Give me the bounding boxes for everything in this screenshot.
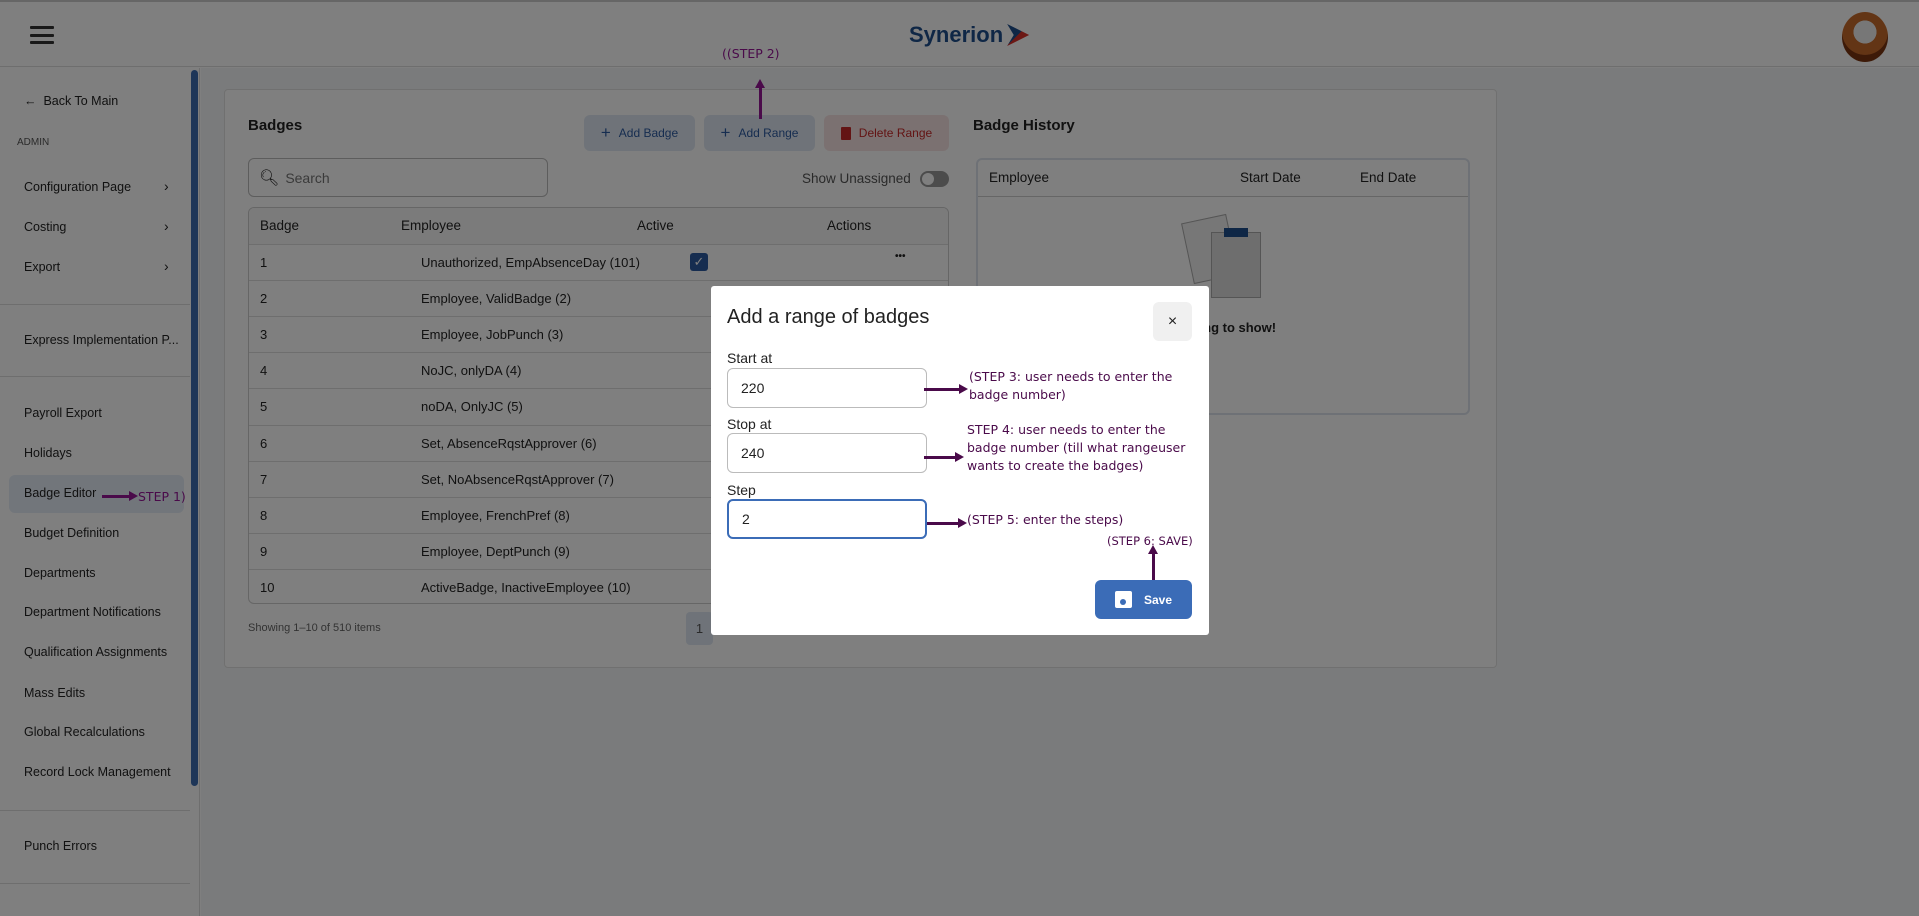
step3-arrow-icon [924,384,968,394]
step4-line3: wants to create the badges) [967,458,1144,473]
start-at-input[interactable] [727,368,927,408]
step-input[interactable] [727,499,927,539]
step3-line2: badge number) [969,387,1066,402]
step3-note: (STEP 3: user needs to enter the badge nu… [969,368,1172,404]
step2-arrow-icon [755,79,765,119]
step-label: Step [727,482,756,498]
close-icon: × [1167,312,1178,330]
step4-note: STEP 4: user needs to enter the badge num… [967,421,1185,475]
start-at-label: Start at [727,350,773,366]
step5-arrow-icon [927,518,967,528]
step3-line1: (STEP 3: user needs to enter the [969,369,1173,384]
step6-arrow-icon [1148,545,1158,580]
step1-note: STEP 1) [138,489,186,504]
step4-line1: STEP 4: user needs to enter the [967,422,1166,437]
step4-arrow-icon [924,452,964,462]
dialog-title: Add a range of badges [727,306,930,328]
stop-at-label: Stop at [727,416,772,432]
save-label: Save [1143,592,1173,607]
step1-arrow-icon [102,491,138,501]
close-button[interactable]: × [1153,302,1192,341]
save-button[interactable]: Save [1095,580,1192,619]
stop-at-input[interactable] [727,433,927,473]
step5-note: (STEP 5: enter the steps) [967,512,1124,527]
floppy-disk-icon [1114,591,1132,608]
step4-line2: badge number (till what rangeuser [967,440,1186,455]
step2-note: ((STEP 2) [722,46,780,61]
